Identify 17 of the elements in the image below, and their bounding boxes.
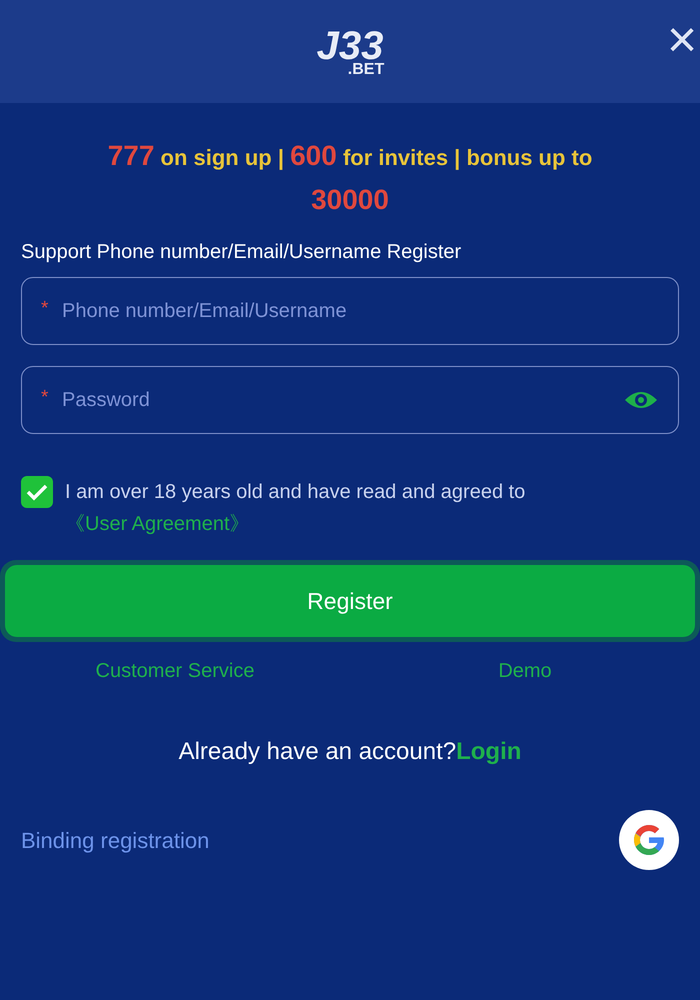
promo-text: 777 on sign up | 600 for invites | bonus up to 30000 <box>106 139 594 217</box>
customer-service-link[interactable]: Customer Service <box>0 656 350 686</box>
login-link[interactable]: Login <box>456 738 522 765</box>
google-icon <box>631 822 667 858</box>
required-mark: * <box>41 388 48 407</box>
login-prompt: Already have an account?Login <box>178 737 522 767</box>
register-button[interactable]: Register <box>5 565 695 637</box>
binding-registration-link[interactable]: Binding registration <box>21 824 210 856</box>
agreement-text: I am over 18 years old and have read and agreed to 《User Agreement》 <box>65 480 526 537</box>
close-button[interactable]: × <box>664 14 700 66</box>
form-title: Support Phone number/Email/Username Register <box>21 240 462 265</box>
logo: J33 .BET <box>316 26 384 78</box>
user-agreement-link[interactable]: 《User Agreement》 <box>65 513 250 535</box>
agreement-checkbox[interactable] <box>21 476 53 508</box>
required-mark: * <box>41 299 48 318</box>
demo-link[interactable]: Demo <box>350 656 700 686</box>
check-icon <box>26 483 48 501</box>
